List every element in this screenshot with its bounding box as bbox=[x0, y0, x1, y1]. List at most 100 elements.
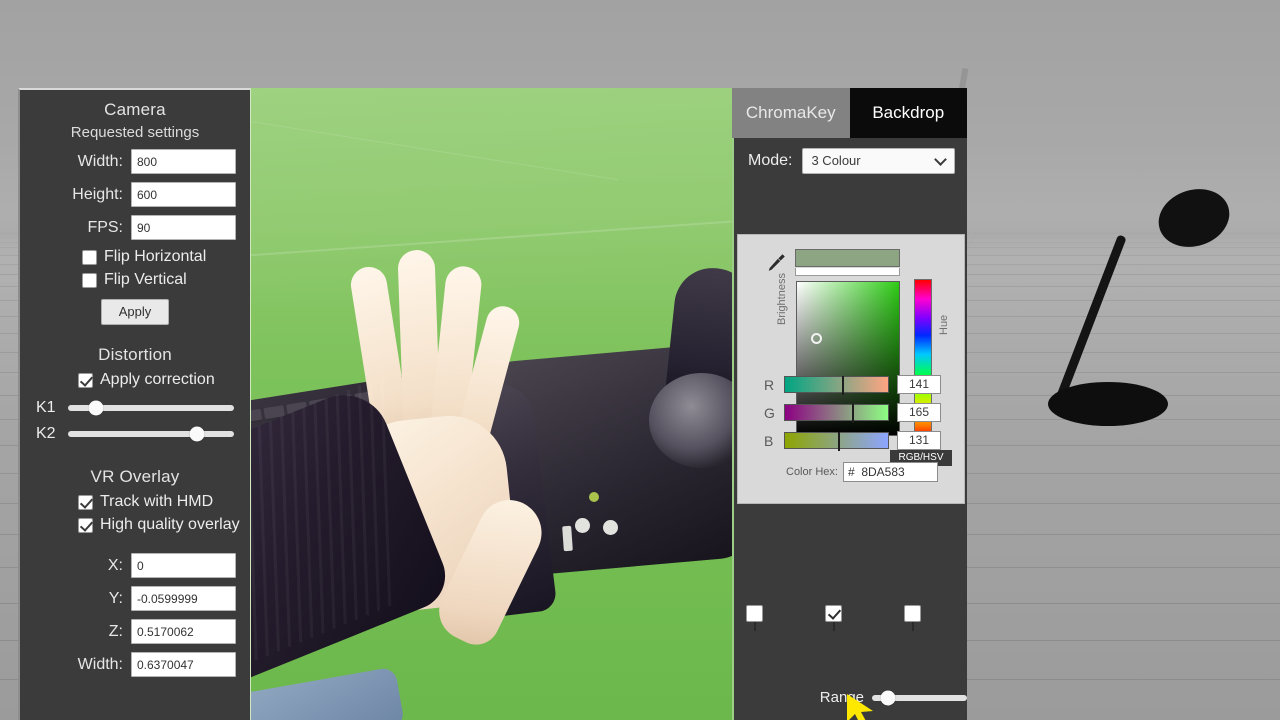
apply-correction-checkbox-icon[interactable] bbox=[78, 372, 93, 388]
b-slider-track[interactable] bbox=[784, 432, 889, 451]
checkbox-track-with-hmd[interactable]: Track with HMD bbox=[78, 493, 250, 511]
chromakey-backdrop-panel: ChromaKey Backdrop Mode: 3 Colour Bright… bbox=[732, 88, 967, 720]
hex-input[interactable]: # 8DA583 bbox=[842, 462, 938, 482]
lamp-shade bbox=[1151, 180, 1237, 256]
swatch-item-3[interactable] bbox=[904, 605, 921, 631]
r-label: R bbox=[764, 376, 775, 393]
brightness-axis-label: Brightness bbox=[776, 273, 788, 325]
r-value[interactable]: 141 bbox=[897, 375, 941, 394]
mode-row: Mode: 3 Colour bbox=[734, 138, 967, 174]
joystick-button-right bbox=[603, 520, 618, 535]
high-quality-overlay-checkbox-icon[interactable] bbox=[78, 517, 93, 533]
hex-row: Color Hex: # 8DA583 bbox=[786, 462, 938, 482]
camera-settings-panel: Camera Requested settings Width: 800 Hei… bbox=[18, 88, 250, 720]
height-input[interactable]: 600 bbox=[131, 182, 236, 207]
camera-preview-video[interactable] bbox=[250, 88, 732, 720]
mouse-cursor-icon bbox=[847, 694, 873, 720]
field-row-width: Width: 800 bbox=[34, 149, 236, 174]
flip-horizontal-label: Flip Horizontal bbox=[104, 248, 207, 265]
field-row-fps: FPS: 90 bbox=[34, 215, 236, 240]
mode-select-value: 3 Colour bbox=[811, 153, 861, 168]
checkbox-high-quality-overlay[interactable]: High quality overlay bbox=[78, 516, 250, 534]
k1-label: K1 bbox=[36, 399, 56, 416]
checkbox-apply-correction[interactable]: Apply correction bbox=[78, 371, 250, 389]
flip-vertical-checkbox-icon[interactable] bbox=[82, 272, 97, 288]
color-preview-bar bbox=[795, 249, 900, 267]
z-label: Z: bbox=[108, 622, 123, 640]
vr-overlay-section-title: VR Overlay bbox=[90, 467, 180, 486]
channel-row-b: B 131 bbox=[764, 431, 941, 451]
width-input[interactable]: 800 bbox=[131, 149, 236, 174]
color-field-marker[interactable] bbox=[811, 332, 823, 344]
g-slider-track[interactable] bbox=[784, 404, 889, 423]
b-label: B bbox=[764, 432, 774, 449]
x-label: X: bbox=[107, 556, 123, 574]
k1-track[interactable] bbox=[68, 400, 234, 416]
b-value[interactable]: 131 bbox=[897, 431, 941, 450]
k2-label: K2 bbox=[36, 425, 56, 442]
y-label: Y: bbox=[108, 589, 123, 607]
flip-vertical-label: Flip Vertical bbox=[104, 271, 187, 288]
high-quality-overlay-label: High quality overlay bbox=[100, 516, 240, 533]
fps-input[interactable]: 90 bbox=[131, 215, 236, 240]
mode-label: Mode: bbox=[748, 152, 793, 169]
g-value[interactable]: 165 bbox=[897, 403, 941, 422]
checkbox-flip-horizontal[interactable]: Flip Horizontal bbox=[82, 248, 250, 266]
hex-prefix: # bbox=[847, 465, 855, 479]
apply-correction-label: Apply correction bbox=[100, 371, 215, 388]
checkbox-flip-vertical[interactable]: Flip Vertical bbox=[82, 271, 250, 289]
k1-knob[interactable] bbox=[88, 400, 104, 416]
tab-backdrop[interactable]: Backdrop bbox=[849, 88, 967, 138]
lamp-pole bbox=[1055, 234, 1127, 401]
swatch-item-1[interactable] bbox=[746, 605, 763, 631]
hue-axis-label: Hue bbox=[938, 314, 950, 335]
slider-k1[interactable]: K1 bbox=[36, 399, 234, 417]
r-slider-marker[interactable] bbox=[841, 376, 844, 395]
panel-body: Mode: 3 Colour Brightness Saturation Hue… bbox=[732, 138, 967, 720]
k2-track[interactable] bbox=[68, 426, 234, 442]
joystick-button-left bbox=[575, 518, 590, 533]
slider-k2[interactable]: K2 bbox=[36, 425, 234, 443]
color-preview-bar-secondary bbox=[795, 268, 900, 276]
g-label: G bbox=[764, 404, 775, 421]
hex-label: Color Hex: bbox=[786, 466, 838, 478]
color-picker: Brightness Saturation Hue RGB/HSV R 141 … bbox=[737, 234, 965, 504]
tab-bar: ChromaKey Backdrop bbox=[732, 88, 967, 138]
swatch-3-checkbox-icon[interactable] bbox=[904, 605, 921, 622]
x-input[interactable]: 0 bbox=[131, 553, 236, 578]
range-track[interactable] bbox=[872, 690, 967, 705]
height-label: Height: bbox=[72, 185, 123, 203]
lamp-base bbox=[1048, 382, 1168, 426]
width-label: Width: bbox=[77, 152, 123, 170]
b-slider-marker[interactable] bbox=[837, 432, 840, 451]
swatch-row bbox=[738, 605, 969, 675]
field-row-height: Height: 600 bbox=[34, 182, 236, 207]
fps-label: FPS: bbox=[87, 218, 123, 236]
camera-section-subtitle: Requested settings bbox=[70, 124, 200, 141]
distortion-section-title: Distortion bbox=[98, 345, 172, 364]
field-row-overlay-width: Width: 0.6370047 bbox=[34, 652, 236, 677]
k2-knob[interactable] bbox=[189, 426, 205, 442]
flip-horizontal-checkbox-icon[interactable] bbox=[82, 249, 97, 265]
apply-button-wrap: Apply bbox=[20, 299, 250, 325]
range-knob[interactable] bbox=[880, 690, 896, 705]
mode-select[interactable]: 3 Colour bbox=[802, 148, 955, 174]
field-row-z: Z: 0.5170062 bbox=[34, 619, 236, 644]
g-slider-marker[interactable] bbox=[851, 404, 854, 423]
overlay-width-label: Width: bbox=[77, 655, 123, 673]
tab-chromakey[interactable]: ChromaKey bbox=[732, 88, 850, 138]
z-input[interactable]: 0.5170062 bbox=[131, 619, 236, 644]
camera-section-title: Camera bbox=[104, 100, 166, 119]
eyedropper-icon[interactable] bbox=[766, 251, 788, 273]
apply-button[interactable]: Apply bbox=[101, 299, 169, 325]
field-row-x: X: 0 bbox=[34, 553, 236, 578]
swatch-item-2[interactable] bbox=[825, 605, 842, 631]
r-slider-track[interactable] bbox=[784, 376, 889, 395]
track-with-hmd-checkbox-icon[interactable] bbox=[78, 494, 93, 510]
overlay-width-input[interactable]: 0.6370047 bbox=[131, 652, 236, 677]
y-input[interactable]: -0.0599999 bbox=[131, 586, 236, 611]
swatch-1-checkbox-icon[interactable] bbox=[746, 605, 763, 622]
channel-row-r: R 141 bbox=[764, 375, 941, 395]
swatch-2-checkbox-icon[interactable] bbox=[825, 605, 842, 622]
